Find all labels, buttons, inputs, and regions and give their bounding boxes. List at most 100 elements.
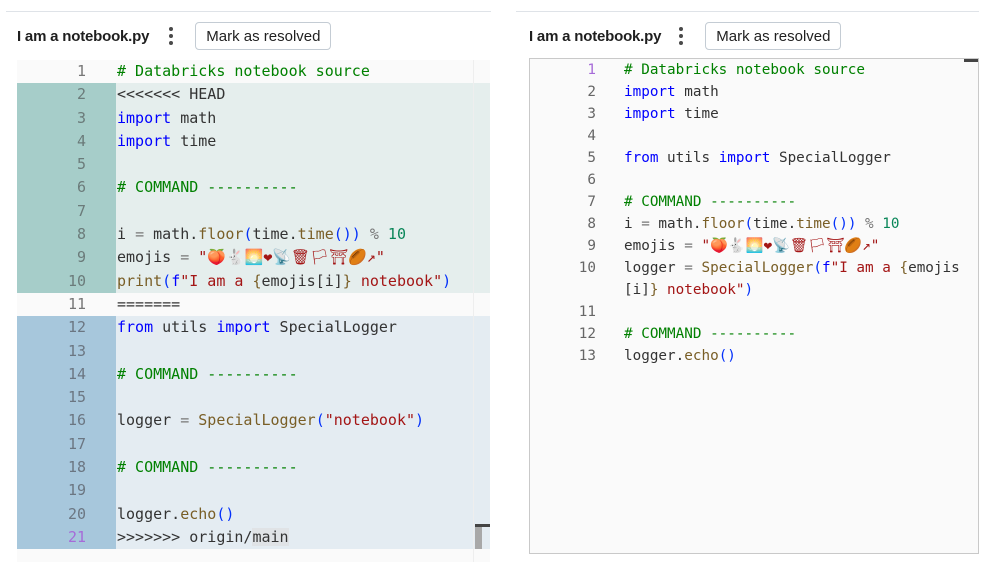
code-line[interactable]: 9 emojis = "🍑🐇🌅❤📡🗑🏳⛩🏉↗" xyxy=(530,235,978,257)
line-text: i = math.floor(time.time()) % 10 xyxy=(116,223,490,247)
code-token: "I am a xyxy=(830,260,900,276)
code-line[interactable]: 2 import math xyxy=(530,81,978,103)
code-line[interactable]: 7 # COMMAND ---------- xyxy=(530,191,978,213)
line-text: # COMMAND ---------- xyxy=(624,191,966,213)
code-line[interactable]: 12 # COMMAND ---------- xyxy=(530,323,978,345)
code-line[interactable]: 17 xyxy=(17,432,490,457)
more-options-icon[interactable] xyxy=(165,27,177,45)
code-token: "🍑🐇🌅❤📡🗑🏳⛩🏉↗" xyxy=(189,248,385,267)
code-line[interactable]: 13 xyxy=(17,339,490,363)
line-text: from utils import SpecialLogger xyxy=(116,316,490,340)
line-number: 15 xyxy=(17,386,116,410)
divider xyxy=(6,11,491,12)
code-token: notebook" xyxy=(658,282,745,298)
code-token: import xyxy=(117,108,172,127)
line-number: 5 xyxy=(587,150,596,166)
code-token: # COMMAND ---------- xyxy=(117,458,298,477)
code-line[interactable]: 12 from utils import SpecialLogger xyxy=(17,316,490,340)
line-text: import time xyxy=(116,129,490,154)
code-token: logger. xyxy=(117,504,181,523)
code-line[interactable]: 15 xyxy=(17,386,490,410)
line-number: 4 xyxy=(17,129,116,154)
code-token: SpecialLogger xyxy=(198,411,316,430)
line-text: # COMMAND ---------- xyxy=(116,456,490,480)
code-line[interactable]: 7 xyxy=(17,199,490,224)
line-number: 12 xyxy=(17,316,116,340)
code-line[interactable]: 6 xyxy=(530,169,978,191)
code-token: ) xyxy=(442,271,452,290)
code-line[interactable]: 4 xyxy=(530,125,978,147)
code-token: i xyxy=(117,225,136,244)
code-token: = xyxy=(180,248,190,267)
code-token: import xyxy=(624,84,676,100)
code-line[interactable]: 11 ======= xyxy=(17,292,490,317)
code-token: SpecialLogger xyxy=(701,260,814,276)
code-token: { xyxy=(252,271,262,290)
scrollbar[interactable] xyxy=(964,59,978,62)
code-line[interactable]: 6 # COMMAND ---------- xyxy=(17,176,490,200)
code-line[interactable]: 10 print(f"I am a {emojis[i]} notebook") xyxy=(17,269,490,293)
code-line[interactable]: 20 logger.echo() xyxy=(17,502,490,526)
code-line[interactable]: 4 import time xyxy=(17,129,490,154)
code-line[interactable]: 5 xyxy=(17,153,490,177)
code-token: () xyxy=(216,504,235,523)
result-editor[interactable]: 1 # Databricks notebook source 2 import mat… xyxy=(529,58,979,554)
code-token: utils xyxy=(153,318,217,337)
code-line[interactable]: 19 xyxy=(17,479,490,503)
code-token: from xyxy=(624,150,659,166)
code-token: } xyxy=(342,271,352,290)
file-title: I am a notebook.py xyxy=(529,27,662,45)
code-token: print xyxy=(117,271,163,290)
code-line[interactable]: 14 # COMMAND ---------- xyxy=(17,362,490,387)
conflict-editor[interactable]: 1 # Databricks notebook source 2 <<<<<<< HE… xyxy=(17,60,490,562)
code-token: math xyxy=(675,84,719,100)
code-line[interactable]: 10 logger = SpecialLogger(f"I am a {emoji… xyxy=(530,257,978,301)
code-line[interactable]: 3 import math xyxy=(17,106,490,130)
line-number: 18 xyxy=(17,456,116,480)
code-line[interactable]: 9 emojis = "🍑🐇🌅❤📡🗑🏳⛩🏉↗" xyxy=(17,246,490,270)
code-token: # COMMAND ---------- xyxy=(117,364,298,383)
code-line[interactable]: 1 # Databricks notebook source xyxy=(17,60,490,84)
code-token: = xyxy=(641,216,650,232)
code-token: floor xyxy=(198,225,244,244)
more-options-icon[interactable] xyxy=(675,27,687,45)
code-line[interactable]: 1 # Databricks notebook source xyxy=(530,59,978,81)
code-line[interactable]: 8i = math.floor(time.time()) % 10 xyxy=(530,213,978,235)
code-token: logger xyxy=(624,260,685,276)
mark-as-resolved-button[interactable]: Mark as resolved xyxy=(705,22,842,50)
scrollbar[interactable] xyxy=(475,524,490,549)
line-number: 10 xyxy=(578,260,596,276)
line-text: emojis = "🍑🐇🌅❤📡🗑🏳⛩🏉↗" xyxy=(624,235,966,257)
code-line[interactable]: 2 <<<<<<< HEAD xyxy=(17,83,490,107)
code-line[interactable]: 16 logger = SpecialLogger("notebook") xyxy=(17,409,490,433)
code-line[interactable]: 5 from utils import SpecialLogger xyxy=(530,147,978,169)
code-token: ()) xyxy=(333,225,361,244)
code-line[interactable]: 13 logger.echo() xyxy=(530,345,978,367)
line-number: 7 xyxy=(587,194,596,210)
code-token: "notebook" xyxy=(324,411,416,430)
code-token: = xyxy=(684,260,693,276)
line-text: logger.echo() xyxy=(116,502,490,526)
code-token: notebook" xyxy=(351,271,443,290)
line-number: 5 xyxy=(17,153,116,177)
code-token: ) xyxy=(415,411,425,430)
line-text: logger.echo() xyxy=(624,345,966,367)
code-token: floor xyxy=(701,216,745,232)
line-text: logger = SpecialLogger(f"I am a {emojis[… xyxy=(624,257,966,301)
mark-as-resolved-button[interactable]: Mark as resolved xyxy=(195,22,332,50)
line-number: 10 xyxy=(17,269,116,293)
line-text: ======= xyxy=(116,292,490,317)
line-number: 17 xyxy=(17,432,116,457)
line-number: 16 xyxy=(17,409,116,433)
line-number: 7 xyxy=(17,199,116,224)
line-number: 9 xyxy=(17,246,116,270)
code-line[interactable]: 8i = math.floor(time.time()) % 10 xyxy=(17,223,490,247)
code-line[interactable]: 18 # COMMAND ---------- xyxy=(17,456,490,480)
code-line[interactable]: 21 >>>>>>> origin/main xyxy=(17,525,490,550)
code-line[interactable]: 11 xyxy=(530,301,978,323)
code-token: import xyxy=(117,131,172,150)
code-token: echo xyxy=(684,348,719,364)
code-token: >>>>>>> origin/ xyxy=(117,527,253,546)
code-line[interactable]: 3 import time xyxy=(530,103,978,125)
line-number: 19 xyxy=(17,479,116,503)
